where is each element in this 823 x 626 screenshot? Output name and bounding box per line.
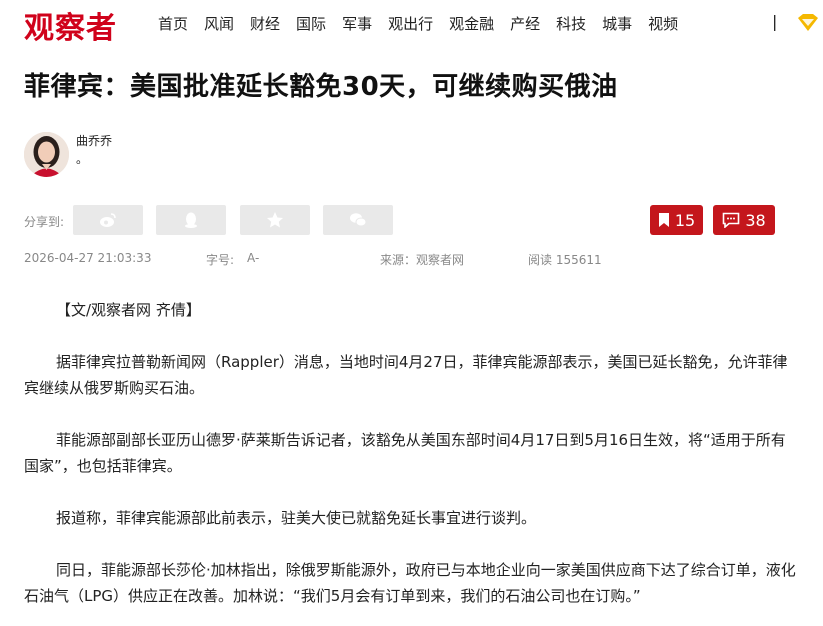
bookmark-icon — [658, 213, 669, 227]
comment-count: 38 — [745, 210, 766, 230]
share-label: 分享到: — [24, 215, 65, 229]
font-size-label: 字号: — [206, 253, 235, 267]
qzone-star-icon — [267, 212, 283, 228]
article-title: 菲律宾：美国批准延长豁免30天，可继续购买俄油 — [24, 72, 618, 102]
article-paragraph: 同日，菲能源部长莎伦·加林指出，除俄罗斯能源外，政府已与本地企业向一家美国供应商… — [24, 561, 796, 605]
bookmark-count-button[interactable]: 15 — [650, 205, 703, 235]
nav-item-finance[interactable]: 财经 — [250, 13, 280, 34]
nav-item-home[interactable]: 首页 — [158, 13, 188, 34]
qq-icon — [185, 212, 197, 228]
nav-item-military[interactable]: 军事 — [342, 13, 372, 34]
nav-item-banking[interactable]: 观金融 — [449, 13, 494, 34]
read-count: 阅读 155611 — [528, 253, 602, 267]
wechat-icon — [350, 213, 367, 227]
publish-date: 2026-04-27 21:03:33 — [24, 251, 152, 265]
article-source: 来源：观察者网 — [380, 253, 465, 267]
author-description: 。 — [76, 152, 89, 166]
nav-item-tech[interactable]: 科技 — [556, 13, 586, 34]
font-size-toggle[interactable]: A- — [247, 251, 259, 265]
weibo-icon — [100, 213, 116, 227]
main-nav: 首页 风闻 财经 国际 军事 观出行 观金融 产经 科技 城事 视频 — [158, 13, 694, 34]
nav-item-international[interactable]: 国际 — [296, 13, 326, 34]
nav-item-video[interactable]: 视频 — [648, 13, 678, 34]
comment-count-button[interactable]: 38 — [713, 205, 775, 235]
share-weibo-button[interactable] — [73, 205, 143, 235]
nav-item-city[interactable]: 城事 — [602, 13, 632, 34]
nav-item-travel[interactable]: 观出行 — [388, 13, 433, 34]
bookmark-count: 15 — [674, 210, 696, 230]
site-logo[interactable]: 观察者 — [24, 3, 117, 47]
article-paragraph: 据菲律宾拉普勒新闻网（Rappler）消息，当地时间4月27日，菲律宾能源部表示… — [24, 353, 788, 397]
author-name[interactable]: 曲乔乔 — [76, 132, 112, 149]
share-wechat-button[interactable] — [323, 205, 393, 235]
comment-icon — [723, 212, 740, 228]
vip-diamond-icon[interactable] — [796, 14, 820, 32]
article-paragraph: 报道称，菲律宾能源部此前表示，驻美大使已就豁免延长事宜进行谈判。 — [56, 509, 537, 527]
nav-separator: | — [772, 12, 778, 31]
nav-item-fengwen[interactable]: 风闻 — [204, 13, 234, 34]
share-qq-button[interactable] — [156, 205, 226, 235]
nav-item-industry[interactable]: 产经 — [510, 13, 540, 34]
site-header: 观察者 首页 风闻 财经 国际 军事 观出行 观金融 产经 科技 城事 视频 | — [0, 0, 823, 48]
article-byline: 【文/观察者网 齐倩】 — [56, 301, 201, 319]
author-avatar[interactable] — [24, 132, 69, 177]
share-qzone-button[interactable] — [240, 205, 310, 235]
article-paragraph: 菲能源部副部长亚历山德罗·萨莱斯告诉记者，该豁免从美国东部时间4月17日到5月1… — [24, 431, 786, 475]
